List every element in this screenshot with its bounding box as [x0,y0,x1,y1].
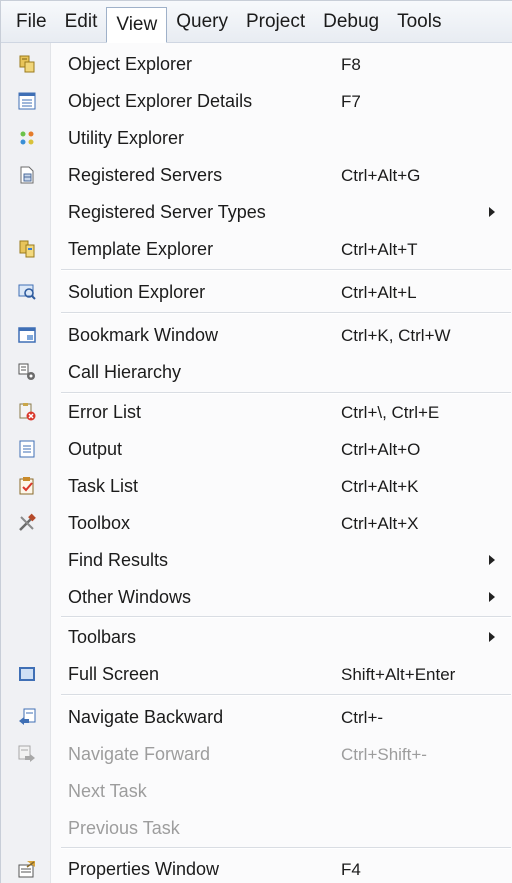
menu-item-output[interactable]: Output Ctrl+Alt+O [1,431,512,468]
menu-item-registered-servers[interactable]: Registered Servers Ctrl+Alt+G [1,157,512,194]
menu-item-solution-explorer[interactable]: Solution Explorer Ctrl+Alt+L [1,274,512,311]
menu-separator [61,694,511,696]
menu-item-toolbox[interactable]: Toolbox Ctrl+Alt+X [1,505,512,542]
view-menu-dropdown: Object Explorer F8 Object Explorer Detai… [1,43,512,883]
menu-project[interactable]: Project [237,6,314,38]
menu-separator [61,269,511,271]
task-list-icon [19,477,34,495]
menu-item-full-screen[interactable]: Full Screen Shift+Alt+Enter [1,656,512,693]
menu-item-label: Navigate Backward [68,707,224,727]
menu-item-shortcut: Ctrl+Alt+K [341,477,419,496]
menu-item-shortcut: Ctrl+Shift+- [341,745,427,764]
object-explorer-icon [19,55,35,73]
menu-item-error-list[interactable]: Error List Ctrl+\, Ctrl+E [1,394,512,431]
menu-tools[interactable]: Tools [388,6,450,38]
menu-item-shortcut: Ctrl+- [341,708,384,727]
menu-item-toolbars[interactable]: Toolbars [1,619,512,656]
menu-edit[interactable]: Edit [56,6,107,38]
menu-item-shortcut: Ctrl+Alt+T [341,240,418,259]
menu-item-label: Other Windows [68,587,192,607]
menu-item-shortcut: Shift+Alt+Enter [341,665,456,684]
navigate-forward-icon [18,745,35,762]
menu-item-other-windows[interactable]: Other Windows [1,579,512,616]
menu-item-label: Call Hierarchy [68,362,182,382]
output-icon [19,440,35,458]
menu-item-label: Object Explorer Details [68,91,253,111]
menu-item-label: Registered Server Types [68,202,266,222]
menu-item-object-explorer[interactable]: Object Explorer F8 [1,46,512,83]
menu-item-template-explorer[interactable]: Template Explorer Ctrl+Alt+T [1,231,512,268]
menu-item-find-results[interactable]: Find Results [1,542,512,579]
menu-item-label: Error List [68,402,142,422]
menu-item-call-hierarchy[interactable]: Call Hierarchy [1,354,512,391]
toolbox-icon [19,513,36,531]
menu-item-previous-task[interactable]: Previous Task [1,810,512,847]
menu-item-label: Output [68,439,123,459]
menu-item-task-list[interactable]: Task List Ctrl+Alt+K [1,468,512,505]
template-explorer-icon [19,240,35,258]
menu-query[interactable]: Query [167,6,237,38]
menu-item-shortcut: F7 [341,92,361,111]
menu-item-object-explorer-details[interactable]: Object Explorer Details F7 [1,83,512,120]
registered-servers-icon [20,166,34,184]
menu-item-label: Navigate Forward [68,744,211,764]
menu-item-navigate-backward[interactable]: Navigate Backward Ctrl+- [1,699,512,736]
menu-item-label: Template Explorer [68,239,214,259]
error-list-icon [19,403,36,421]
menu-item-shortcut: Ctrl+Alt+G [341,166,421,185]
menu-item-shortcut: F8 [341,55,361,74]
utility-explorer-icon [20,131,34,145]
menu-item-registered-server-types[interactable]: Registered Server Types [1,194,512,231]
menu-item-label: Previous Task [68,818,180,838]
submenu-arrow-icon [489,555,495,565]
bookmark-window-icon [18,327,36,343]
menu-item-label: Properties Window [68,859,220,879]
menu-item-shortcut: Ctrl+Alt+L [341,283,417,302]
menu-item-label: Utility Explorer [68,128,185,148]
menu-item-label: Bookmark Window [68,325,219,345]
menu-item-shortcut: Ctrl+Alt+O [341,440,421,459]
full-screen-icon [19,667,35,681]
menu-separator [61,847,511,849]
menu-file[interactable]: File [7,6,56,38]
menu-item-label: Find Results [68,550,169,570]
menu-item-label: Next Task [68,781,147,801]
menu-item-bookmark-window[interactable]: Bookmark Window Ctrl+K, Ctrl+W [1,317,512,354]
submenu-arrow-icon [489,592,495,602]
menu-separator [61,312,511,314]
menu-item-navigate-forward[interactable]: Navigate Forward Ctrl+Shift+- [1,736,512,773]
menu-view[interactable]: View [106,6,168,43]
call-hierarchy-icon [18,363,35,380]
submenu-arrow-icon [489,207,495,217]
menu-separator [61,616,511,618]
menu-item-shortcut: F4 [341,860,361,879]
menu-item-label: Toolbox [68,513,131,533]
navigate-backward-icon [19,708,36,725]
menu-item-label: Object Explorer [68,54,193,74]
details-grid-icon [18,92,36,110]
menu-item-utility-explorer[interactable]: Utility Explorer [1,120,512,157]
menu-item-shortcut: Ctrl+Alt+X [341,514,419,533]
menu-item-shortcut: Ctrl+K, Ctrl+W [341,326,451,345]
menu-item-label: Toolbars [68,627,137,647]
menu-bar: File Edit View Query Project Debug Tools [1,1,512,43]
menu-item-label: Registered Servers [68,165,223,185]
properties-window-icon [18,861,35,878]
menu-item-properties-window[interactable]: Properties Window F4 [1,851,512,883]
menu-item-label: Task List [68,476,139,496]
menu-item-label: Solution Explorer [68,282,206,302]
solution-explorer-icon [18,284,36,300]
menu-item-next-task[interactable]: Next Task [1,773,512,810]
application-window: File Edit View Query Project Debug Tools… [0,0,512,883]
menu-item-shortcut: Ctrl+\, Ctrl+E [341,403,440,422]
menu-item-label: Full Screen [68,664,160,684]
submenu-arrow-icon [489,632,495,642]
menu-debug[interactable]: Debug [314,6,388,38]
